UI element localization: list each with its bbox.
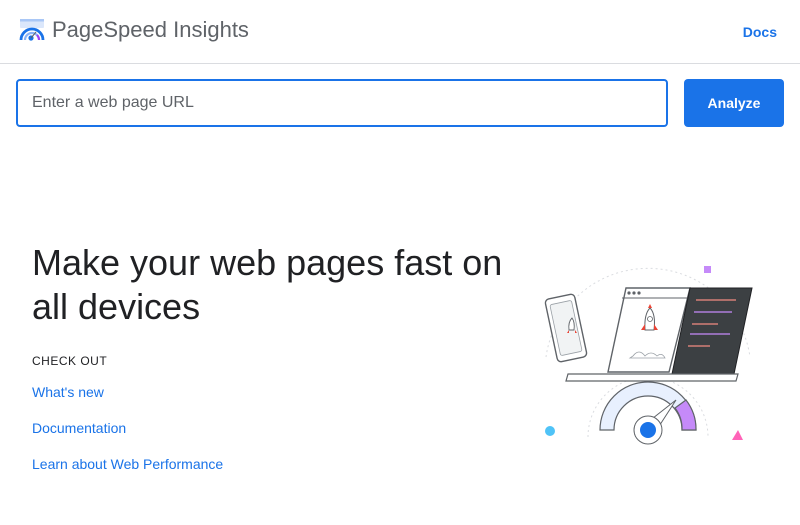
pagespeed-logo-icon	[19, 19, 45, 41]
triangle-decoration-icon	[732, 430, 743, 440]
phone-device-icon	[544, 293, 588, 363]
circle-decoration-icon	[545, 426, 555, 436]
page: PageSpeed Insights Docs Analyze Make you…	[0, 0, 800, 525]
devices-speed-gauge-illustration	[544, 266, 753, 445]
app-title: PageSpeed Insights	[52, 17, 249, 42]
docs-link[interactable]: Docs	[743, 22, 777, 42]
check-out-label: CHECK OUT	[32, 354, 108, 368]
learn-web-performance-link[interactable]: Learn about Web Performance	[32, 454, 223, 474]
whats-new-link[interactable]: What's new	[32, 382, 104, 402]
documentation-link[interactable]: Documentation	[32, 418, 126, 438]
analyze-button[interactable]: Analyze	[684, 79, 784, 127]
page-headline: Make your web pages fast on all devices	[32, 242, 503, 327]
top-app-bar: PageSpeed Insights Docs	[0, 0, 800, 64]
brand[interactable]: PageSpeed Insights	[18, 16, 249, 44]
speed-gauge-icon	[599, 381, 697, 445]
url-input[interactable]	[16, 79, 668, 127]
square-decoration-icon	[704, 266, 711, 273]
